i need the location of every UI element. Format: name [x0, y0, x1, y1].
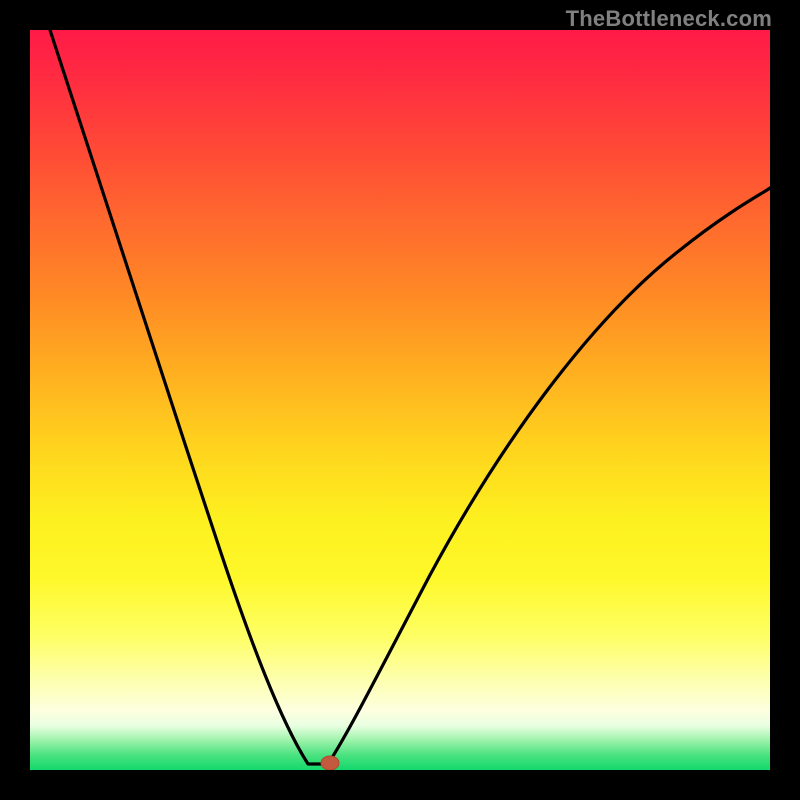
- curve-left-branch: [50, 30, 326, 764]
- minimum-marker: [321, 756, 339, 770]
- plot-area: [30, 30, 770, 770]
- chart-stage: TheBottleneck.com: [0, 0, 800, 800]
- curve-right-branch: [328, 188, 770, 764]
- attribution-label: TheBottleneck.com: [566, 6, 772, 32]
- curve-layer: [30, 30, 770, 770]
